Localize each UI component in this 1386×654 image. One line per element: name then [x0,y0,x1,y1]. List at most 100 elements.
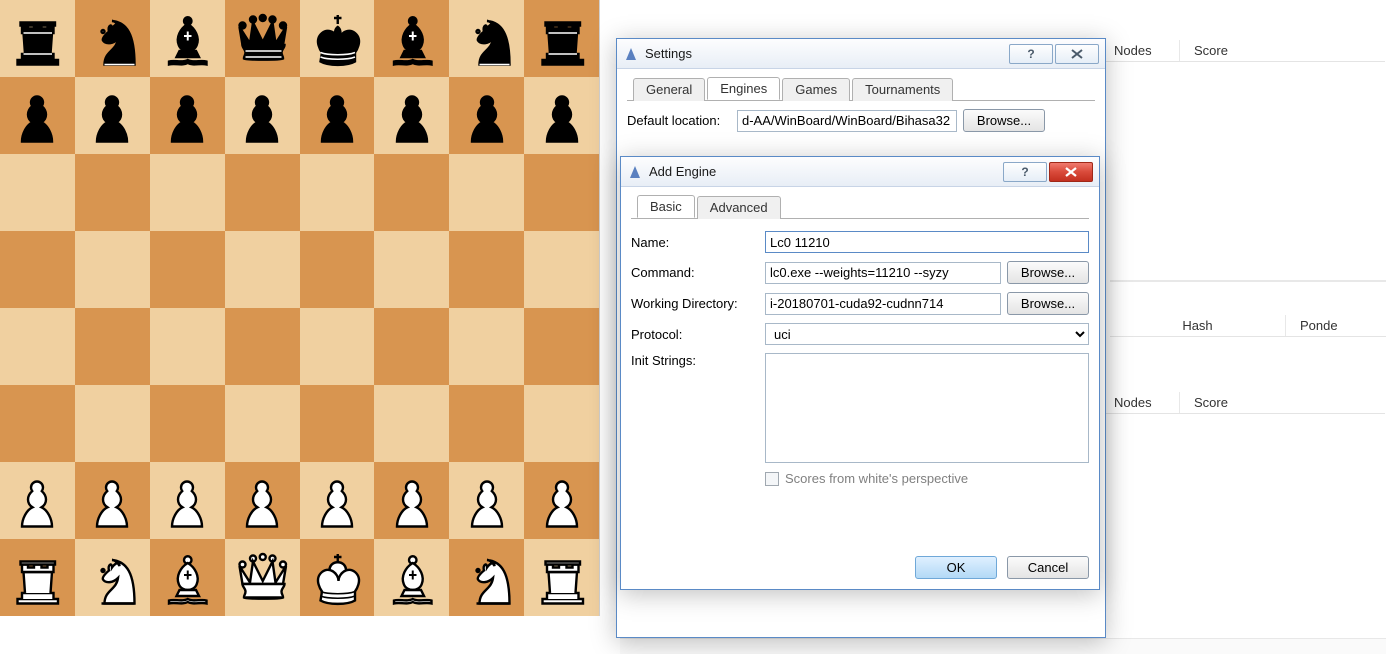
piece-wr[interactable] [4,545,70,611]
square-b2[interactable] [75,462,150,539]
square-c5[interactable] [150,231,225,308]
col-nodes-2[interactable]: Nodes [1100,392,1180,413]
square-h8[interactable] [524,0,599,77]
add-engine-close-button[interactable] [1049,162,1093,182]
piece-bk[interactable] [304,6,370,72]
square-a4[interactable] [0,308,75,385]
settings-close-button[interactable] [1055,44,1099,64]
piece-bp[interactable] [154,83,220,149]
piece-bn[interactable] [454,6,520,72]
square-h5[interactable] [524,231,599,308]
square-h6[interactable] [524,154,599,231]
settings-help-button[interactable]: ? [1009,44,1053,64]
tab-games[interactable]: Games [782,78,850,101]
square-h4[interactable] [524,308,599,385]
square-e4[interactable] [300,308,375,385]
square-d4[interactable] [225,308,300,385]
workdir-input[interactable] [765,293,1001,315]
square-a6[interactable] [0,154,75,231]
square-b3[interactable] [75,385,150,462]
settings-titlebar[interactable]: Settings ? [617,39,1105,69]
piece-bp[interactable] [304,83,370,149]
square-b6[interactable] [75,154,150,231]
square-d5[interactable] [225,231,300,308]
piece-wp[interactable] [304,468,370,534]
piece-wp[interactable] [229,468,295,534]
piece-wk[interactable] [304,545,370,611]
square-a5[interactable] [0,231,75,308]
square-g8[interactable] [449,0,524,77]
chessboard[interactable] [0,0,600,616]
square-a2[interactable] [0,462,75,539]
square-f6[interactable] [374,154,449,231]
square-h1[interactable] [524,539,599,616]
square-f5[interactable] [374,231,449,308]
square-d3[interactable] [225,385,300,462]
square-a8[interactable] [0,0,75,77]
piece-wp[interactable] [79,468,145,534]
square-f1[interactable] [374,539,449,616]
default-location-input[interactable] [737,110,957,132]
square-d2[interactable] [225,462,300,539]
col-score-2[interactable]: Score [1180,392,1385,413]
square-g4[interactable] [449,308,524,385]
tab-general[interactable]: General [633,78,705,101]
square-e1[interactable] [300,539,375,616]
square-f7[interactable] [374,77,449,154]
square-e8[interactable] [300,0,375,77]
tab-advanced[interactable]: Advanced [697,196,781,219]
piece-bq[interactable] [229,6,295,72]
piece-br[interactable] [529,6,595,72]
square-d7[interactable] [225,77,300,154]
piece-wp[interactable] [4,468,70,534]
square-b7[interactable] [75,77,150,154]
square-a3[interactable] [0,385,75,462]
square-e2[interactable] [300,462,375,539]
scores-white-checkbox[interactable]: Scores from white's perspective [765,471,968,486]
piece-wp[interactable] [154,468,220,534]
init-strings-textarea[interactable] [765,353,1089,463]
add-engine-titlebar[interactable]: Add Engine ? [621,157,1099,187]
square-e3[interactable] [300,385,375,462]
square-a7[interactable] [0,77,75,154]
square-g3[interactable] [449,385,524,462]
piece-bb[interactable] [379,6,445,72]
tab-basic[interactable]: Basic [637,195,695,218]
piece-wn[interactable] [79,545,145,611]
tab-engines[interactable]: Engines [707,77,780,100]
ok-button[interactable]: OK [915,556,997,579]
piece-bp[interactable] [379,83,445,149]
square-a1[interactable] [0,539,75,616]
square-g1[interactable] [449,539,524,616]
square-d8[interactable] [225,0,300,77]
col-score[interactable]: Score [1180,40,1385,61]
piece-bp[interactable] [229,83,295,149]
square-c6[interactable] [150,154,225,231]
piece-wb[interactable] [154,545,220,611]
cancel-button[interactable]: Cancel [1007,556,1089,579]
square-b5[interactable] [75,231,150,308]
square-c3[interactable] [150,385,225,462]
square-b1[interactable] [75,539,150,616]
piece-wp[interactable] [379,468,445,534]
square-f2[interactable] [374,462,449,539]
piece-bp[interactable] [454,83,520,149]
piece-bb[interactable] [154,6,220,72]
col-hash[interactable]: Hash [1110,315,1286,336]
square-b4[interactable] [75,308,150,385]
square-f3[interactable] [374,385,449,462]
col-ponder[interactable]: Ponde [1286,315,1386,336]
square-d1[interactable] [225,539,300,616]
piece-wq[interactable] [229,545,295,611]
square-b8[interactable] [75,0,150,77]
piece-bp[interactable] [529,83,595,149]
add-engine-help-button[interactable]: ? [1003,162,1047,182]
piece-wn[interactable] [454,545,520,611]
square-c1[interactable] [150,539,225,616]
square-h3[interactable] [524,385,599,462]
piece-wr[interactable] [529,545,595,611]
square-g2[interactable] [449,462,524,539]
col-nodes[interactable]: Nodes [1100,40,1180,61]
square-e7[interactable] [300,77,375,154]
square-c2[interactable] [150,462,225,539]
